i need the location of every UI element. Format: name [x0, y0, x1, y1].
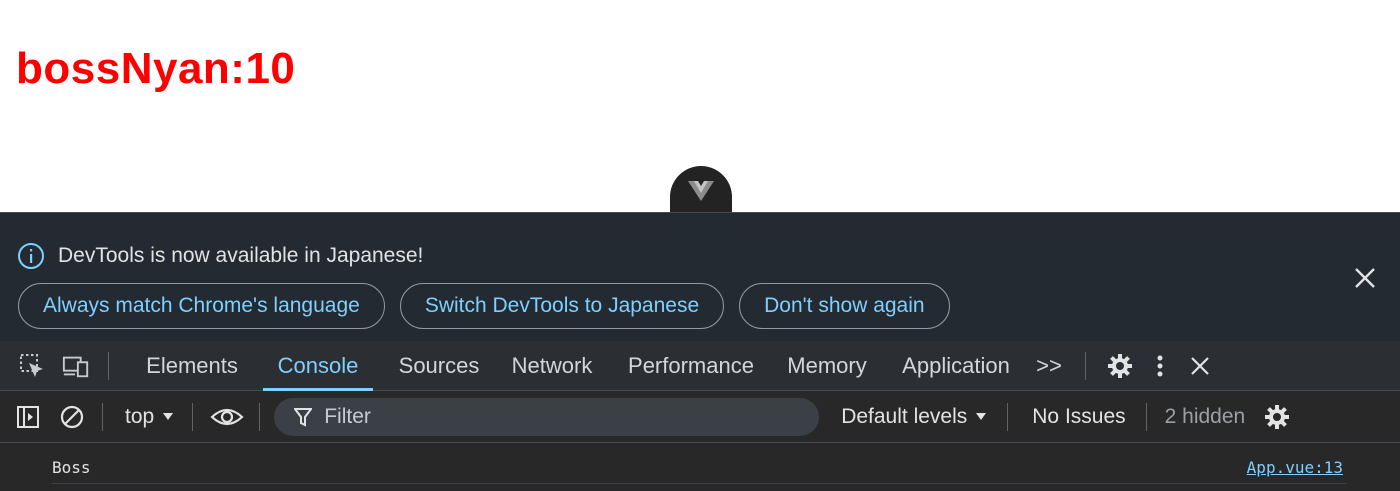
tab-console[interactable]: Console: [263, 341, 373, 391]
toolbar-divider: [1085, 351, 1086, 380]
kebab-menu-icon: [1157, 355, 1163, 376]
tab-network[interactable]: Network: [507, 341, 597, 391]
infobar-message-row: DevTools is now available in Japanese!: [16, 241, 423, 271]
console-messages: Boss App.vue:13: [0, 443, 1400, 491]
gear-icon: [1108, 353, 1132, 378]
page-heading: bossNyan:10: [16, 44, 296, 93]
context-value: top: [125, 404, 155, 428]
live-expression-button[interactable]: [209, 403, 245, 431]
devtools-panel: DevTools is now available in Japanese! A…: [0, 212, 1400, 491]
toolbar-divider: [192, 402, 194, 431]
clear-console-button[interactable]: [58, 403, 86, 431]
inspect-element-icon[interactable]: [18, 352, 46, 380]
devtools-tabbar: Elements Console Sources Network Perform…: [0, 341, 1400, 391]
eye-icon: [210, 408, 244, 425]
switch-to-japanese-button[interactable]: Switch DevTools to Japanese: [399, 283, 725, 329]
show-sidebar-icon: [17, 405, 39, 428]
console-settings-button[interactable]: [1263, 403, 1291, 431]
issues-button[interactable]: No Issues: [1032, 405, 1125, 429]
log-levels-dropdown[interactable]: Default levels: [841, 405, 987, 429]
toolbar-divider: [102, 402, 103, 431]
log-levels-value: Default levels: [841, 404, 968, 428]
gear-icon: [1265, 404, 1290, 429]
close-icon: [1191, 356, 1209, 375]
vue-devtools-toggle[interactable]: [670, 166, 732, 216]
close-icon[interactable]: [1352, 265, 1378, 291]
console-message-text: Boss: [52, 457, 91, 477]
tab-application[interactable]: Application: [895, 341, 1017, 391]
infobar-message: DevTools is now available in Japanese!: [58, 244, 424, 267]
toolbar-divider: [108, 351, 109, 380]
console-message-source-link[interactable]: App.vue:13: [1247, 458, 1347, 477]
clear-icon: [60, 405, 84, 428]
filter-input[interactable]: Filter: [274, 397, 820, 436]
console-toolbar: top Filter Default levels No Issues 2 hi…: [0, 391, 1400, 443]
device-mode-icon: [62, 356, 89, 377]
infobar-buttons: Always match Chrome's language Switch De…: [18, 283, 950, 329]
dropdown-arrow-icon: [976, 412, 987, 420]
toolbar-divider: [259, 402, 261, 431]
tab-performance[interactable]: Performance: [621, 341, 761, 391]
select-element-icon: [20, 353, 43, 377]
dont-show-again-button[interactable]: Don't show again: [739, 283, 950, 329]
console-message-row: Boss App.vue:13: [52, 451, 1347, 484]
context-selector[interactable]: top: [125, 405, 174, 429]
settings-button[interactable]: [1106, 352, 1134, 380]
more-options-button[interactable]: [1146, 352, 1174, 380]
dropdown-arrow-icon: [163, 412, 174, 420]
close-devtools-button[interactable]: [1186, 352, 1214, 380]
language-infobar: DevTools is now available in Japanese! A…: [0, 213, 1400, 341]
toolbar-divider: [1145, 402, 1147, 431]
sidebar-toggle-button[interactable]: [14, 403, 42, 431]
tab-sources[interactable]: Sources: [395, 341, 483, 391]
hidden-count: 2 hidden: [1164, 404, 1246, 428]
more-tabs-button[interactable]: >>: [1029, 341, 1069, 391]
device-toolbar-icon[interactable]: [62, 352, 90, 380]
toolbar-divider: [1007, 402, 1009, 431]
always-match-language-button[interactable]: Always match Chrome's language: [18, 283, 385, 329]
info-icon: [18, 243, 44, 269]
tab-memory[interactable]: Memory: [783, 341, 871, 391]
vue-logo-icon: [688, 181, 714, 201]
filter-placeholder: Filter: [324, 404, 371, 428]
tab-elements[interactable]: Elements: [143, 341, 241, 391]
filter-icon: [294, 407, 313, 427]
